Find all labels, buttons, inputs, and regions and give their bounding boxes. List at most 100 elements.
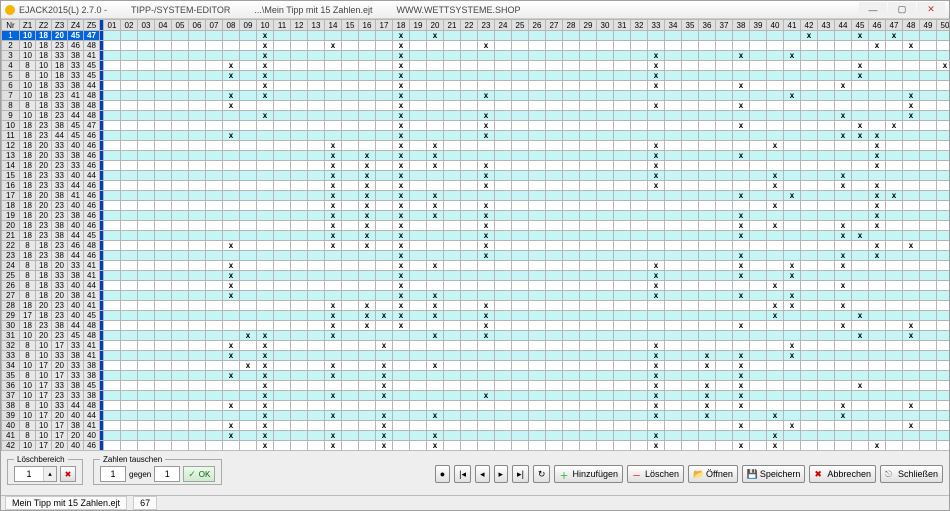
mark-cell[interactable]	[444, 291, 461, 301]
mark-cell[interactable]	[920, 421, 937, 431]
mark-cell[interactable]: x	[427, 301, 444, 311]
mark-cell[interactable]	[512, 231, 529, 241]
mark-cell[interactable]	[937, 311, 950, 321]
mark-cell[interactable]	[410, 61, 427, 71]
mark-cell[interactable]	[342, 221, 359, 231]
mark-cell[interactable]	[121, 51, 138, 61]
mark-cell[interactable]	[886, 151, 903, 161]
mark-cell[interactable]: x	[733, 101, 750, 111]
mark-cell[interactable]	[818, 311, 835, 321]
mark-cell[interactable]	[784, 331, 801, 341]
mark-cell[interactable]	[308, 151, 325, 161]
mark-cell[interactable]	[614, 271, 631, 281]
mark-cell[interactable]	[529, 291, 546, 301]
mark-cell[interactable]	[393, 351, 410, 361]
mark-cell[interactable]	[172, 51, 189, 61]
mark-cell[interactable]: x	[648, 291, 665, 301]
mark-cell[interactable]: x	[937, 61, 950, 71]
mark-cell[interactable]: x	[325, 171, 342, 181]
mark-cell[interactable]: x	[733, 191, 750, 201]
mark-cell[interactable]: x	[733, 261, 750, 271]
mark-cell[interactable]	[495, 151, 512, 161]
mark-cell[interactable]	[699, 101, 716, 111]
mark-cell[interactable]	[767, 351, 784, 361]
mark-cell[interactable]	[580, 261, 597, 271]
mark-cell[interactable]	[376, 61, 393, 71]
mark-cell[interactable]	[716, 441, 733, 451]
next-button[interactable]: ▸	[494, 465, 509, 483]
mark-cell[interactable]	[376, 191, 393, 201]
swap-b-input[interactable]	[154, 466, 180, 482]
mark-cell[interactable]	[223, 211, 240, 221]
mark-cell[interactable]	[512, 181, 529, 191]
mark-cell[interactable]	[342, 361, 359, 371]
mark-cell[interactable]	[427, 341, 444, 351]
mark-cell[interactable]	[291, 311, 308, 321]
mark-cell[interactable]	[767, 31, 784, 41]
mark-cell[interactable]: x	[257, 431, 274, 441]
mark-cell[interactable]: x	[733, 81, 750, 91]
mark-cell[interactable]	[495, 161, 512, 171]
mark-cell[interactable]	[121, 331, 138, 341]
mark-cell[interactable]	[274, 411, 291, 421]
mark-cell[interactable]	[920, 131, 937, 141]
mark-cell[interactable]	[376, 351, 393, 361]
mark-cell[interactable]	[631, 431, 648, 441]
mark-cell[interactable]	[138, 131, 155, 141]
mark-cell[interactable]	[699, 311, 716, 321]
mark-cell[interactable]: x	[886, 121, 903, 131]
mark-cell[interactable]: x	[648, 281, 665, 291]
mark-cell[interactable]	[495, 41, 512, 51]
mark-cell[interactable]	[631, 91, 648, 101]
mark-cell[interactable]: x	[223, 271, 240, 281]
mark-cell[interactable]	[359, 111, 376, 121]
mark-cell[interactable]	[546, 301, 563, 311]
mark-cell[interactable]	[750, 51, 767, 61]
mark-cell[interactable]	[937, 221, 950, 231]
mark-cell[interactable]: x	[767, 171, 784, 181]
mark-cell[interactable]	[104, 291, 121, 301]
mark-cell[interactable]	[614, 111, 631, 121]
mark-cell[interactable]	[750, 221, 767, 231]
mark-cell[interactable]	[121, 161, 138, 171]
mark-cell[interactable]	[308, 181, 325, 191]
mark-cell[interactable]	[359, 381, 376, 391]
mark-cell[interactable]	[546, 31, 563, 41]
mark-cell[interactable]	[342, 421, 359, 431]
mark-cell[interactable]	[478, 431, 495, 441]
mark-cell[interactable]	[801, 41, 818, 51]
mark-cell[interactable]: x	[427, 431, 444, 441]
mark-cell[interactable]	[835, 141, 852, 151]
col-n23[interactable]: 23	[478, 20, 495, 31]
mark-cell[interactable]	[376, 121, 393, 131]
mark-cell[interactable]	[529, 31, 546, 41]
mark-cell[interactable]	[495, 91, 512, 101]
mark-cell[interactable]	[206, 211, 223, 221]
mark-cell[interactable]	[461, 201, 478, 211]
mark-cell[interactable]	[308, 301, 325, 311]
mark-cell[interactable]	[937, 191, 950, 201]
mark-cell[interactable]	[308, 231, 325, 241]
mark-cell[interactable]	[835, 331, 852, 341]
mark-cell[interactable]	[444, 81, 461, 91]
data-row[interactable]: 61018333844xxxxx	[2, 81, 950, 91]
mark-cell[interactable]	[937, 341, 950, 351]
mark-cell[interactable]: x	[733, 51, 750, 61]
col-n20[interactable]: 20	[427, 20, 444, 31]
mark-cell[interactable]	[376, 281, 393, 291]
mark-cell[interactable]	[784, 31, 801, 41]
mark-cell[interactable]	[121, 421, 138, 431]
mark-cell[interactable]	[189, 401, 206, 411]
mark-cell[interactable]	[410, 211, 427, 221]
mark-cell[interactable]	[172, 281, 189, 291]
mark-cell[interactable]	[631, 411, 648, 421]
mark-cell[interactable]	[138, 411, 155, 421]
mark-cell[interactable]	[206, 231, 223, 241]
mark-cell[interactable]	[716, 211, 733, 221]
mark-cell[interactable]: x	[835, 261, 852, 271]
mark-cell[interactable]	[801, 61, 818, 71]
mark-cell[interactable]	[563, 71, 580, 81]
mark-cell[interactable]	[240, 211, 257, 221]
mark-cell[interactable]	[138, 151, 155, 161]
mark-cell[interactable]	[529, 221, 546, 231]
